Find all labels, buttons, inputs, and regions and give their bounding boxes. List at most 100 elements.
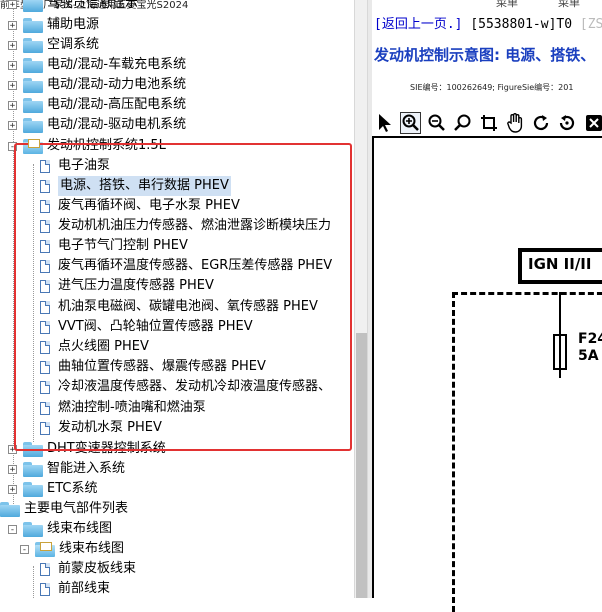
tree-item-label: ETC系统 <box>47 479 97 499</box>
tree-item-label: 线束布线图 <box>47 519 112 539</box>
tree-item-label: 发动机机油压力传感器、燃油泄露诊断模块压力 <box>58 216 331 236</box>
tree-leaf-item[interactable]: 废气再循环阀、电子水泵 PHEV <box>40 196 240 216</box>
reset-icon <box>558 114 576 132</box>
tree-leaf-item[interactable]: 点火线圈 PHEV <box>40 337 149 357</box>
tree-leaf-item[interactable]: 发动机水泵 PHEV <box>40 418 162 438</box>
folder-icon <box>23 0 43 12</box>
scrollbar-thumb[interactable] <box>356 333 367 598</box>
viewer-toolbar <box>372 110 602 136</box>
tree-item-label: DHT变速器控制系统 <box>47 439 166 459</box>
collapse-toggle[interactable]: - <box>8 142 17 151</box>
cursor-icon <box>377 113 393 133</box>
tree-leaf-item[interactable]: VVT阀、凸轮轴位置传感器 PHEV <box>40 317 253 337</box>
fit-button[interactable] <box>583 112 602 134</box>
tree-item-label: 电源、搭铁、串行数据 PHEV <box>58 176 231 196</box>
open-folder-icon <box>35 542 55 557</box>
tree-folder-item[interactable]: -发动机控制系统1.5L <box>8 136 166 156</box>
expand-toggle[interactable]: + <box>8 41 17 50</box>
tree-folder-item[interactable]: +电动/混动-驱动电机系统 <box>8 115 186 135</box>
tree-item-label: 发动机水泵 PHEV <box>58 418 162 438</box>
folder-icon <box>23 462 43 477</box>
fuse-rating: 5A <box>578 348 602 365</box>
folder-icon <box>23 522 43 537</box>
page-title: 发动机控制示意图: 电源、搭铁、 <box>374 44 595 65</box>
document-icon <box>40 301 50 314</box>
tree-item-label: 废气再循环阀、电子水泵 PHEV <box>58 196 240 216</box>
menu-tab[interactable]: 菜单 <box>496 0 518 10</box>
tree-leaf-item[interactable]: 电源、搭铁、串行数据 PHEV <box>40 176 231 196</box>
folder-icon <box>23 442 43 457</box>
tree-leaf-item[interactable]: 冷却液温度传感器、发动机冷却液温度传感器、 <box>40 377 331 397</box>
tree-folder-item[interactable]: -线束布线图 <box>8 539 124 559</box>
expand-toggle[interactable]: + <box>8 121 17 130</box>
tree-leaf-item[interactable]: 电子油泵 <box>40 156 110 176</box>
tree-item-label: VVT阀、凸轮轴位置传感器 PHEV <box>58 317 253 337</box>
tree-item-label: 电动/混动-动力电池系统 <box>47 75 186 95</box>
tree-folder-item[interactable]: + 空调系统 <box>8 35 99 55</box>
menu-tab-2[interactable]: 菜单 <box>558 0 580 10</box>
zoom-in-button[interactable] <box>400 112 421 134</box>
expand-toggle[interactable]: + <box>8 445 17 454</box>
tree-folder-item[interactable]: - 线束布线图 <box>8 519 112 539</box>
tree-leaf-item[interactable]: 前蒙皮板线束 <box>40 559 136 579</box>
tree-item-label: 前部线束 <box>58 579 110 598</box>
expand-toggle[interactable]: + <box>8 465 17 474</box>
document-icon <box>40 361 50 374</box>
tree-item-label: 空调系统 <box>47 35 99 55</box>
folder-icon <box>23 58 43 73</box>
zoom-button[interactable] <box>452 112 473 134</box>
expand-toggle[interactable]: + <box>8 81 17 90</box>
tree-folder-item[interactable]: + DHT变速器控制系统 <box>8 439 166 459</box>
crop-button[interactable] <box>479 112 500 134</box>
reset-button[interactable] <box>557 112 578 134</box>
expand-toggle[interactable]: + <box>8 485 17 494</box>
tree-leaf-item[interactable]: 废气再循环温度传感器、EGR压差传感器 PHEV <box>40 256 332 276</box>
tree-item-label: 废气再循环温度传感器、EGR压差传感器 PHEV <box>58 256 332 276</box>
tree-folder-item[interactable]: + 电动/混动-动力电池系统 <box>8 75 186 95</box>
tree-panel: 前车型： 厂家:S-上海通用五菱宝光S2024 +驾驶员信息显示+辅助电源+空调… <box>0 0 354 598</box>
magnifier-icon <box>454 114 472 132</box>
tree-folder-item[interactable]: +电动/混动-车载充电系统 <box>8 55 186 75</box>
expand-toggle[interactable]: + <box>8 0 17 9</box>
tree-item-label: 电动/混动-高压配电系统 <box>47 95 186 115</box>
tree-leaf-item[interactable]: 机油泵电磁阀、碳罐电池阀、氧传感器 PHEV <box>40 297 318 317</box>
pointer-tool-button[interactable] <box>374 112 395 134</box>
nav-line: [返回上一页.] [5538801-w]T0 [ZS <box>374 13 602 32</box>
pan-button[interactable] <box>505 112 526 134</box>
tree-folder-item[interactable]: + ETC系统 <box>8 479 97 499</box>
tree-leaf-item[interactable]: 前部线束 <box>40 579 110 598</box>
tree-item-label: 辅助电源 <box>47 15 99 35</box>
tree-folder-item[interactable]: + 电动/混动-高压配电系统 <box>8 95 186 115</box>
tree-folder-item[interactable]: +智能进入系统 <box>8 459 125 479</box>
tree-leaf-item[interactable]: 电子节气门控制 PHEV <box>40 236 188 256</box>
doc-id: [5538801-w]T0 <box>470 17 572 32</box>
document-icon <box>40 402 50 415</box>
tree-leaf-item[interactable]: 进气压力温度传感器 PHEV <box>40 276 214 296</box>
collapse-toggle[interactable]: - <box>20 545 29 554</box>
expand-toggle[interactable]: + <box>8 61 17 70</box>
tree-scrollbar[interactable] <box>354 0 368 598</box>
tree-item-label: 冷却液温度传感器、发动机冷却液温度传感器、 <box>58 377 331 397</box>
hand-icon <box>506 113 524 133</box>
document-icon <box>40 280 50 293</box>
tree-leaf-item[interactable]: 曲轴位置传感器、爆震传感器 PHEV <box>40 357 266 377</box>
tree-connector <box>33 566 34 598</box>
sie-number: SIE编号：100262649; FigureSie编号：201 <box>410 82 573 93</box>
tree-item-label: 进气压力温度传感器 PHEV <box>58 276 214 296</box>
rotate-button[interactable] <box>531 112 552 134</box>
envelope-icon <box>28 139 40 148</box>
zoom-in-icon <box>402 114 420 132</box>
envelope-icon <box>40 542 52 551</box>
tree-item-label: 电子节气门控制 PHEV <box>58 236 188 256</box>
tree-folder-item[interactable]: +驾驶员信息显示 <box>8 0 138 14</box>
ign-label: IGN II/II <box>528 255 591 273</box>
expand-toggle[interactable]: + <box>8 101 17 110</box>
tree-folder-item[interactable]: + 辅助电源 <box>8 15 99 35</box>
tree-leaf-item[interactable]: 发动机机油压力传感器、燃油泄露诊断模块压力 <box>40 216 331 236</box>
zoom-out-button[interactable] <box>426 112 447 134</box>
tree-leaf-item[interactable]: 燃油控制-喷油嘴和燃油泵 <box>40 398 206 418</box>
back-link[interactable]: [返回上一页.] <box>374 17 462 32</box>
tree-folder-item[interactable]: 主要电气部件列表 <box>0 499 128 519</box>
expand-toggle[interactable]: + <box>8 21 17 30</box>
collapse-toggle[interactable]: - <box>8 525 17 534</box>
